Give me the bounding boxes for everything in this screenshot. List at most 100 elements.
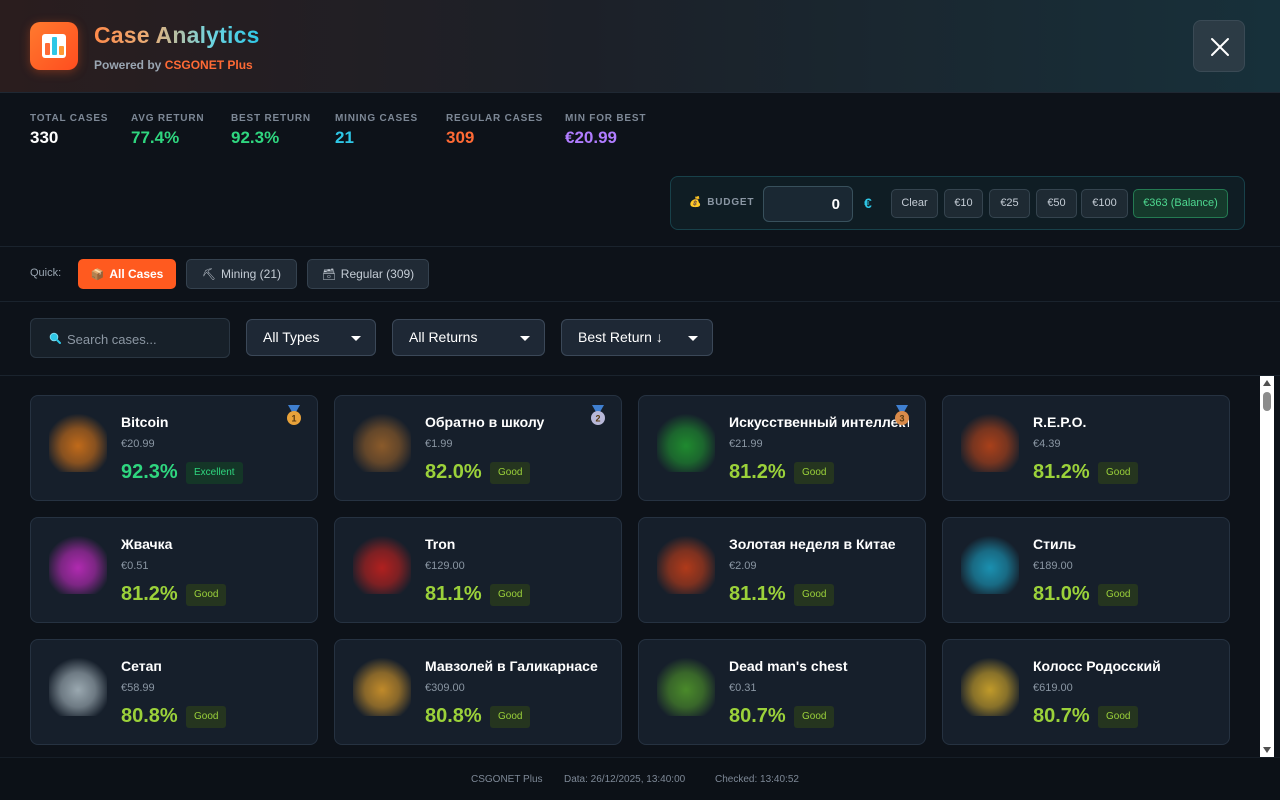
case-return: 81.2%	[729, 461, 786, 483]
case-card[interactable]: Мавзолей в Галикарнасе €309.00 80.8% Good	[334, 639, 622, 745]
rating-badge: Good	[490, 584, 531, 606]
footer-brand: CSGONET Plus	[471, 774, 543, 785]
search-icon	[49, 332, 61, 344]
quick-all-cases-button[interactable]: 📦 All Cases	[78, 259, 176, 289]
scroll-up-icon[interactable]	[1263, 380, 1271, 386]
medal-rank: 3	[899, 414, 904, 424]
close-button[interactable]	[1193, 20, 1245, 72]
stat-regular-cases: REGULAR CASES 309	[446, 113, 543, 148]
rating-badge: Good	[794, 462, 835, 484]
search-input[interactable]	[67, 329, 217, 349]
case-card[interactable]: Колосс Родосский €619.00 80.7% Good	[942, 639, 1230, 745]
currency-symbol: €	[864, 195, 872, 211]
footer: CSGONET Plus Data: 26/12/2025, 13:40:00 …	[0, 757, 1280, 800]
rating-badge: Good	[1098, 462, 1139, 484]
type-select[interactable]: All Types	[246, 319, 376, 356]
case-price: €2.09	[729, 560, 757, 572]
case-return: 80.7%	[729, 705, 786, 727]
case-return: 81.1%	[425, 583, 482, 605]
case-name: Bitcoin	[121, 414, 169, 430]
search-box	[30, 318, 230, 358]
case-return: 81.1%	[729, 583, 786, 605]
medal-icon: 1	[287, 405, 301, 425]
case-return: 92.3%	[121, 461, 178, 483]
rating-badge: Good	[1098, 706, 1139, 728]
case-return: 80.8%	[121, 705, 178, 727]
case-card[interactable]: R.E.P.O. €4.39 81.2% Good	[942, 395, 1230, 501]
stat-label: MIN FOR BEST	[565, 113, 647, 124]
rating-badge: Good	[490, 462, 531, 484]
case-return: 81.2%	[1033, 461, 1090, 483]
case-image	[49, 414, 107, 472]
case-card[interactable]: Bitcoin €20.99 92.3% Excellent 1	[30, 395, 318, 501]
stat-label: REGULAR CASES	[446, 113, 544, 124]
case-image	[657, 414, 715, 472]
stat-label: MINING CASES	[335, 113, 418, 124]
scroll-thumb[interactable]	[1263, 392, 1271, 411]
case-name: Золотая неделя в Китае	[729, 536, 896, 552]
chevron-down-icon	[688, 336, 698, 341]
case-price: €0.31	[729, 682, 757, 694]
subtitle-brand: CSGONET Plus	[164, 58, 253, 72]
case-price: €21.99	[729, 438, 763, 450]
case-card[interactable]: Tron €129.00 81.1% Good	[334, 517, 622, 623]
case-return: 81.0%	[1033, 583, 1090, 605]
case-return: 80.7%	[1033, 705, 1090, 727]
bar-chart-icon	[30, 22, 78, 70]
case-return: 80.8%	[425, 705, 482, 727]
stat-value: 309	[446, 128, 475, 147]
scroll-down-icon[interactable]	[1263, 747, 1271, 753]
case-image	[49, 658, 107, 716]
treasure-box-icon: 🗃	[321, 269, 336, 281]
case-name: Dead man's chest	[729, 658, 848, 674]
case-name: Обратно в школу	[425, 414, 545, 430]
divider	[0, 246, 1280, 247]
quick-mining-button[interactable]: ⛏ Mining (21)	[186, 259, 297, 289]
case-card[interactable]: Искусственный интеллект €21.99 81.2% Good 3	[638, 395, 926, 501]
subtitle: Powered by CSGONET Plus	[94, 58, 253, 72]
case-name: Колосс Родосский	[1033, 658, 1161, 674]
case-price: €20.99	[121, 438, 155, 450]
quick-regular-button[interactable]: 🗃 Regular (309)	[307, 259, 429, 289]
case-image	[657, 536, 715, 594]
budget-clear-button[interactable]: Clear	[891, 189, 938, 218]
case-card[interactable]: Золотая неделя в Китае €2.09 81.1% Good	[638, 517, 926, 623]
case-return: 81.2%	[121, 583, 178, 605]
budget-25-button[interactable]: €25	[989, 189, 1030, 218]
scrollbar[interactable]	[1260, 376, 1274, 757]
rating-badge: Excellent	[186, 462, 243, 484]
stat-label: TOTAL CASES	[30, 113, 109, 124]
money-bag-icon: 💰	[689, 197, 703, 208]
return-select[interactable]: All Returns	[392, 319, 545, 356]
close-icon	[1211, 38, 1229, 56]
stat-min-for-best: MIN FOR BEST €20.99	[565, 113, 646, 148]
case-card[interactable]: Сетап €58.99 80.8% Good	[30, 639, 318, 745]
case-card[interactable]: Стиль €189.00 81.0% Good	[942, 517, 1230, 623]
rating-badge: Good	[186, 584, 227, 606]
case-card[interactable]: Жвачка €0.51 81.2% Good	[30, 517, 318, 623]
budget-100-button[interactable]: €100	[1081, 189, 1128, 218]
budget-50-button[interactable]: €50	[1036, 189, 1077, 218]
rating-badge: Good	[794, 584, 835, 606]
case-card[interactable]: Обратно в школу €1.99 82.0% Good 2	[334, 395, 622, 501]
stat-total-cases: TOTAL CASES 330	[30, 113, 108, 148]
case-price: €1.99	[425, 438, 453, 450]
stat-label: AVG RETURN	[131, 113, 205, 124]
cases-grid: Bitcoin €20.99 92.3% Excellent 1 Обратно в шк…	[0, 376, 1260, 757]
stat-mining-cases: MINING CASES 21	[335, 113, 418, 148]
case-price: €58.99	[121, 682, 155, 694]
budget-input[interactable]	[763, 186, 853, 222]
case-image	[961, 536, 1019, 594]
subtitle-prefix: Powered by	[94, 58, 162, 72]
budget-balance-button[interactable]: €363 (Balance)	[1133, 189, 1228, 218]
case-image	[49, 536, 107, 594]
case-price: €309.00	[425, 682, 465, 694]
package-icon: 📦	[90, 269, 105, 281]
stat-value: 92.3%	[231, 128, 280, 147]
sort-select[interactable]: Best Return ↓	[561, 319, 713, 356]
footer-data-timestamp: Data: 26/12/2025, 13:40:00	[564, 774, 686, 785]
case-card[interactable]: Dead man's chest €0.31 80.7% Good	[638, 639, 926, 745]
stat-value: 77.4%	[131, 128, 180, 147]
medal-icon: 2	[591, 405, 605, 425]
budget-10-button[interactable]: €10	[944, 189, 983, 218]
